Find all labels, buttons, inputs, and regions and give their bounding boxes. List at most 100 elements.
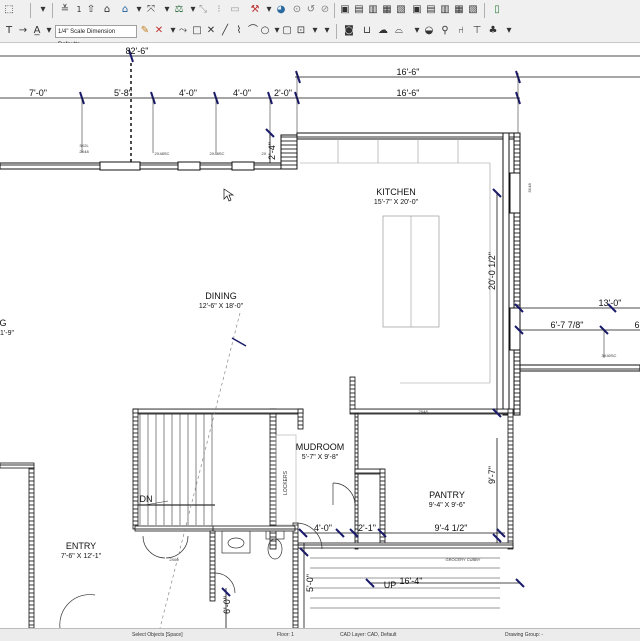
window[interactable] [99,161,141,171]
dim-right-13: 13'-0" [599,298,622,308]
cloud-icon[interactable]: ☁ [376,24,390,38]
window-icon[interactable]: ▥ [438,3,452,17]
wall[interactable] [28,467,35,628]
door-swing[interactable] [142,535,166,559]
cross-icon[interactable]: ✕ [204,24,218,38]
up-arrow-icon[interactable]: ⇧ [84,3,98,17]
wall[interactable] [297,408,304,430]
floor-plan[interactable]: 82'-6" 7'-0" 5'-8" 4'-0" 4'-0" 2'-0" 16'… [0,43,640,628]
status-cad-layer: CAD Layer: CAD, Default [340,632,397,638]
dim-6-0: 6'-0" [222,596,232,614]
room-kitchen-name: KITCHEN [376,187,416,197]
door-swing[interactable] [165,535,189,559]
wall[interactable] [134,525,214,532]
mouse-cursor-icon [223,188,235,202]
window-icon[interactable]: ▣ [338,3,352,17]
staircase[interactable] [138,414,215,525]
edit-toolbar: T → A̲ ▾ 1/4" Scale Dimension Defaults ✎… [0,22,640,48]
eye-icon[interactable]: ⊙ [290,3,304,17]
sink-icon[interactable]: ◒ [422,24,436,38]
pantry-north-wall[interactable] [349,408,511,415]
room-mudroom-size: 5'-7" X 9'-8" [302,454,339,461]
sofa-icon[interactable]: ⊔ [360,24,374,38]
door-swing[interactable] [59,594,96,628]
camera-icon[interactable]: ◙ [342,24,356,38]
grid-icon[interactable]: ⁝ [212,3,226,17]
house-icon[interactable]: ⌂ [118,3,132,17]
wall[interactable] [0,462,35,469]
sink [227,537,245,549]
door-icon[interactable]: ▯ [490,3,504,17]
text-icon[interactable]: T [2,24,16,38]
window[interactable] [177,161,201,171]
wall[interactable] [292,522,299,628]
car-icon[interactable]: ⌓ [392,24,406,38]
window-icon[interactable]: ▦ [452,3,466,17]
stair-north-wall[interactable] [132,408,304,415]
fill-icon[interactable]: ◕ [274,3,288,17]
window-icon[interactable]: ▤ [352,3,366,17]
window-label: 2X48 [79,149,89,154]
wall[interactable] [349,376,356,410]
door-swing[interactable] [332,482,356,506]
window-label: 2X [262,151,267,156]
stair-west-wall[interactable] [132,408,139,530]
cross-icon[interactable]: ✕ [152,24,166,38]
chair-icon[interactable]: ⑁ [454,24,468,38]
vanity[interactable] [221,530,251,554]
rect-icon[interactable]: ▢ [280,24,294,38]
plan-canvas[interactable]: 82'-6" 7'-0" 5'-8" 4'-0" 4'-0" 2'-0" 16'… [0,43,640,628]
window-icon[interactable]: ▥ [366,3,380,17]
dim-right-6: 6 [634,320,639,330]
rect-icon[interactable]: □ [190,24,204,38]
stair-up-label: UP [384,580,397,590]
wand-icon[interactable]: ⤡ [196,3,210,17]
dropdown-icon[interactable]: ▾ [42,24,56,38]
window-icon[interactable]: ▧ [466,3,480,17]
wall[interactable] [354,468,384,475]
chevron-down-icon[interactable]: ≚ [58,3,72,17]
select-icon[interactable]: ⬚ [2,3,16,17]
window-label: 3X2L [79,143,89,148]
paint-icon[interactable]: ⚒ [248,3,262,17]
room-dining-size: 12'-6" X 18'-0" [199,303,244,310]
wall[interactable] [209,525,296,532]
polyline-icon[interactable]: ⌇ [232,24,246,38]
dropdown-icon[interactable]: ▾ [36,3,50,17]
kitchen-north-wall[interactable] [296,132,521,140]
wall[interactable] [209,530,216,602]
arrow-icon[interactable]: → [16,24,30,38]
room-entry-name: ENTRY [66,541,96,551]
pantry-east-wall[interactable] [507,408,514,550]
home-icon[interactable]: ⌂ [100,3,114,17]
south-wall[interactable] [297,542,514,549]
dropdown-icon[interactable]: ▾ [502,24,516,38]
wall[interactable] [280,134,298,170]
main-toolbar: ⬚ ▾ ≚ 1 ⇧ ⌂ ⌂ ▾ ⤧ ▾ ⚖ ▾ ⤡ ⁝ ▭ ⚒ ▾ ◕ ⊙ ↺ … [0,0,640,23]
pencil-icon[interactable]: ✎ [138,24,152,38]
line-icon[interactable]: ╱ [218,24,232,38]
scale-icon[interactable]: ⚖ [172,3,186,17]
zoom-icon[interactable]: ⤧ [144,3,158,17]
polyline-icon[interactable]: ⤳ [176,24,190,38]
dim-seg3: 4'-0" [179,88,197,98]
window-icon[interactable]: ▦ [380,3,394,17]
plant-icon[interactable]: ♣ [486,24,500,38]
undo-icon[interactable]: ↺ [304,3,318,17]
lamp-icon[interactable]: ⚲ [438,24,452,38]
room-pantry-name: PANTRY [429,490,465,500]
table-icon[interactable]: ⊤ [470,24,484,38]
window[interactable] [231,161,255,171]
help-icon[interactable]: ⊘ [318,3,332,17]
window-icon[interactable]: ▤ [424,3,438,17]
garage-wall[interactable] [519,364,640,372]
layers-icon[interactable]: ▭ [228,3,242,17]
window-icon[interactable]: ▣ [410,3,424,17]
measure-icon[interactable]: ⊡ [294,24,308,38]
toolbar-separator [52,3,53,18]
window[interactable] [509,172,521,214]
dropdown-icon[interactable]: ▾ [320,24,334,38]
dimension-defaults-select[interactable]: 1/4" Scale Dimension Defaults [55,25,137,48]
window-icon[interactable]: ▧ [394,3,408,17]
toolbar-separator [30,3,31,18]
